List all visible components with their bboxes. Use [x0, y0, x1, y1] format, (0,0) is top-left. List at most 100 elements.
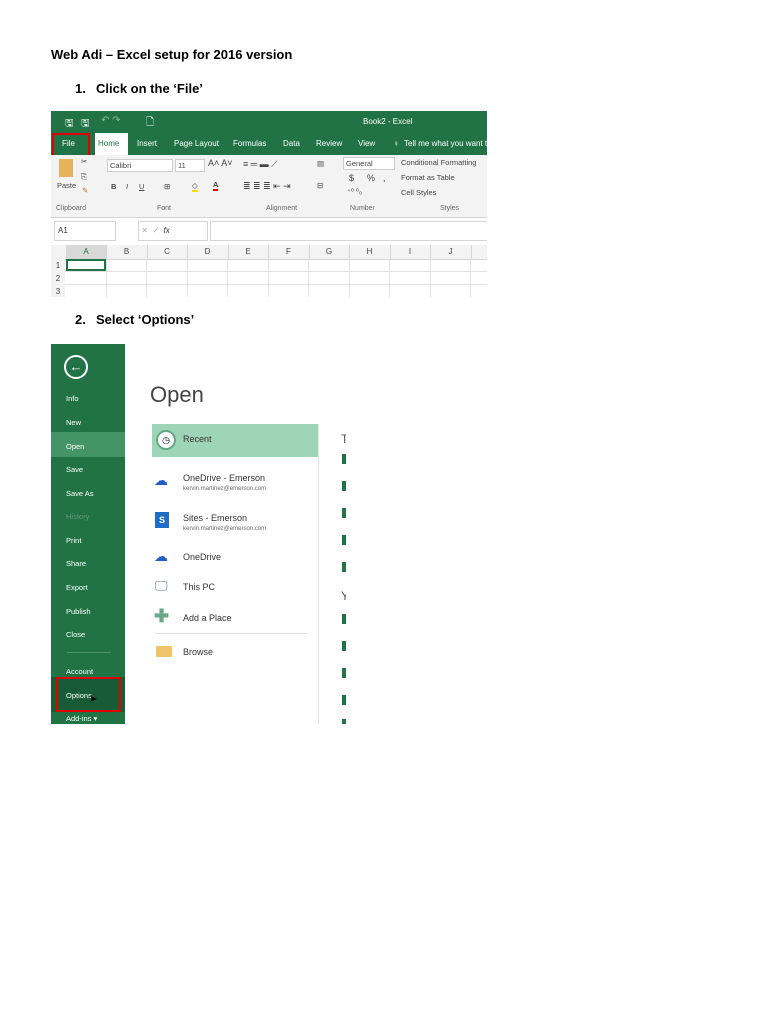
- comma-button[interactable]: ,: [383, 173, 386, 183]
- excel-file-icon[interactable]: [342, 641, 346, 651]
- group-alignment: Alignment: [266, 205, 298, 212]
- column-header[interactable]: E: [228, 245, 269, 259]
- panel-divider: [318, 424, 319, 724]
- decimal-icons[interactable]: ⁺⁰ ⁰₀: [347, 187, 362, 196]
- menu-item-history[interactable]: History: [66, 512, 89, 521]
- excel-file-icon[interactable]: [342, 508, 346, 518]
- column-header[interactable]: B: [107, 245, 148, 259]
- italic-button[interactable]: I: [126, 182, 128, 191]
- paste-button[interactable]: Paste: [57, 181, 76, 190]
- column-header[interactable]: G: [309, 245, 350, 259]
- excel-file-icon[interactable]: [342, 562, 346, 572]
- tab-home[interactable]: Home: [98, 139, 119, 148]
- file-highlight-box: [52, 133, 90, 157]
- step-2-text: Select ‘Options’: [96, 312, 195, 327]
- location-add-place[interactable]: Add a Place: [183, 613, 232, 623]
- cut-icon[interactable]: ✂: [81, 157, 87, 166]
- formula-bar-input[interactable]: [210, 221, 487, 241]
- bold-button[interactable]: B: [111, 182, 116, 191]
- tell-me-search[interactable]: Tell me what you want to: [404, 139, 487, 148]
- location-recent-label: Recent: [183, 434, 212, 444]
- excel-file-icon[interactable]: [342, 481, 346, 491]
- column-gridline: [186, 259, 188, 297]
- fill-color-icon[interactable]: ◇: [192, 181, 198, 192]
- new-file-icon: 🗋: [146, 117, 155, 128]
- underline-button[interactable]: U: [139, 182, 144, 191]
- menu-item-info[interactable]: Info: [66, 394, 79, 403]
- location-this-pc[interactable]: This PC: [183, 582, 215, 592]
- window-title: Book2 - Excel: [363, 117, 413, 126]
- currency-button[interactable]: $: [349, 173, 354, 183]
- tab-page-layout[interactable]: Page Layout: [174, 139, 219, 148]
- alignment-bottom-icons[interactable]: ≣ ≣ ≣ ⇤ ⇥: [243, 181, 291, 192]
- format-painter-icon[interactable]: ✎: [82, 186, 88, 195]
- conditional-formatting-button[interactable]: Conditional Formatting: [401, 158, 476, 167]
- yesterday-heading-partial: Y: [341, 589, 346, 603]
- location-onedrive[interactable]: OneDrive: [183, 552, 221, 562]
- font-color-icon[interactable]: A: [213, 180, 219, 191]
- location-browse[interactable]: Browse: [183, 647, 213, 657]
- menu-item-account[interactable]: Account: [66, 667, 93, 676]
- paste-icon: [59, 159, 73, 177]
- column-header[interactable]: D: [188, 245, 229, 259]
- menu-item-new[interactable]: New: [66, 418, 81, 427]
- column-header[interactable]: J: [431, 245, 472, 259]
- number-format-select[interactable]: General: [343, 157, 395, 170]
- row-header[interactable]: 2: [51, 272, 65, 285]
- tab-view[interactable]: View: [358, 139, 375, 148]
- mouse-cursor-icon: ➤: [89, 694, 98, 705]
- plus-icon: ✚: [154, 606, 170, 626]
- alignment-top-icons[interactable]: ≡ ═ ▬ ⟋: [243, 159, 277, 170]
- column-header[interactable]: A: [66, 245, 107, 259]
- column-header[interactable]: C: [147, 245, 188, 259]
- excel-file-icon[interactable]: [342, 614, 346, 624]
- row-header[interactable]: 1: [51, 259, 65, 272]
- column-header[interactable]: H: [350, 245, 391, 259]
- percent-button[interactable]: %: [367, 173, 375, 183]
- name-box[interactable]: A1: [54, 221, 116, 241]
- column-header[interactable]: F: [269, 245, 310, 259]
- menu-item-print[interactable]: Print: [66, 536, 81, 545]
- tab-data[interactable]: Data: [283, 139, 300, 148]
- copy-icon[interactable]: ⎘: [81, 172, 87, 182]
- menu-item-export[interactable]: Export: [66, 583, 88, 592]
- excel-backstage-screenshot: ← Info New Open Save Save As History Print Shar…: [51, 344, 346, 724]
- excel-file-icon[interactable]: [342, 535, 346, 545]
- excel-ribbon-screenshot: 🖫 🖫 ↶ ↷ 🗋 Book2 - Excel File Home Insert…: [51, 111, 487, 297]
- column-gridline: [227, 259, 228, 297]
- cell-styles-button[interactable]: Cell Styles: [401, 188, 436, 197]
- menu-item-close[interactable]: Close: [66, 630, 85, 639]
- active-cell-a1[interactable]: [66, 259, 106, 271]
- menu-item-publish[interactable]: Publish: [66, 607, 91, 616]
- menu-item-share[interactable]: Share: [66, 559, 86, 568]
- menu-item-add-ins[interactable]: Add-ins ▾: [66, 714, 97, 723]
- row-header[interactable]: 3: [51, 285, 65, 297]
- wrap-text-icon[interactable]: ▤: [317, 159, 324, 168]
- save-as-icon: 🖫: [81, 118, 90, 129]
- menu-item-save-as[interactable]: Save As: [66, 489, 94, 498]
- menu-item-open[interactable]: Open: [66, 442, 84, 451]
- column-header[interactable]: I: [390, 245, 431, 259]
- font-name-select[interactable]: Calibri: [107, 159, 173, 172]
- excel-file-icon[interactable]: [342, 719, 346, 724]
- sites-emerson-email: kervin.martinez@emerson.com: [183, 526, 267, 532]
- font-grow-shrink-icons[interactable]: A˄ A˅: [208, 158, 233, 168]
- location-recent[interactable]: [152, 424, 319, 457]
- document-page: Web Adi – Excel setup for 2016 version 1…: [0, 0, 768, 1024]
- merge-icon[interactable]: ⊟: [317, 181, 323, 190]
- group-styles: Styles: [440, 205, 460, 212]
- location-onedrive-emerson[interactable]: OneDrive - Emerson: [183, 473, 265, 483]
- menu-item-save[interactable]: Save: [66, 465, 83, 474]
- tab-formulas[interactable]: Formulas: [233, 139, 266, 148]
- excel-file-icon[interactable]: [342, 695, 346, 705]
- borders-icon[interactable]: ⊞: [164, 182, 170, 191]
- location-sites-emerson[interactable]: Sites - Emerson: [183, 513, 247, 523]
- tab-review[interactable]: Review: [316, 139, 342, 148]
- font-size-select[interactable]: 11: [175, 159, 205, 172]
- format-as-table-button[interactable]: Format as Table: [401, 173, 455, 182]
- tab-insert[interactable]: Insert: [137, 139, 157, 148]
- recent-heading-partial: T: [341, 432, 346, 446]
- excel-file-icon[interactable]: [342, 668, 346, 678]
- excel-file-icon[interactable]: [342, 454, 346, 464]
- back-arrow-icon[interactable]: ←: [64, 355, 88, 379]
